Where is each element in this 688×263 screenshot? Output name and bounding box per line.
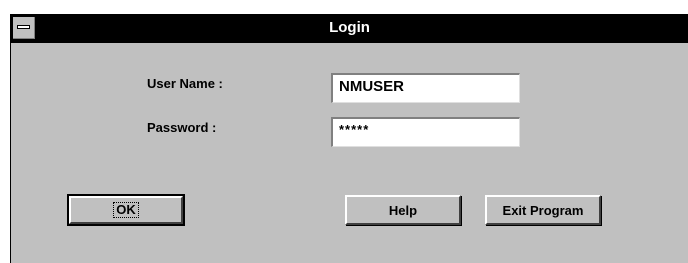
window-title: Login [329,19,370,36]
username-label: User Name : [147,76,223,91]
ok-button-label: OK [113,202,139,218]
exit-program-button[interactable]: Exit Program [485,195,601,225]
login-dialog: Login User Name : NMUSER Password : ****… [10,14,688,263]
password-label: Password : [147,120,217,135]
username-field[interactable]: NMUSER [331,73,520,103]
ok-button[interactable]: OK [67,194,185,226]
title-bar[interactable]: Login [11,15,688,43]
password-field[interactable]: ***** [331,117,520,147]
help-button[interactable]: Help [345,195,461,225]
